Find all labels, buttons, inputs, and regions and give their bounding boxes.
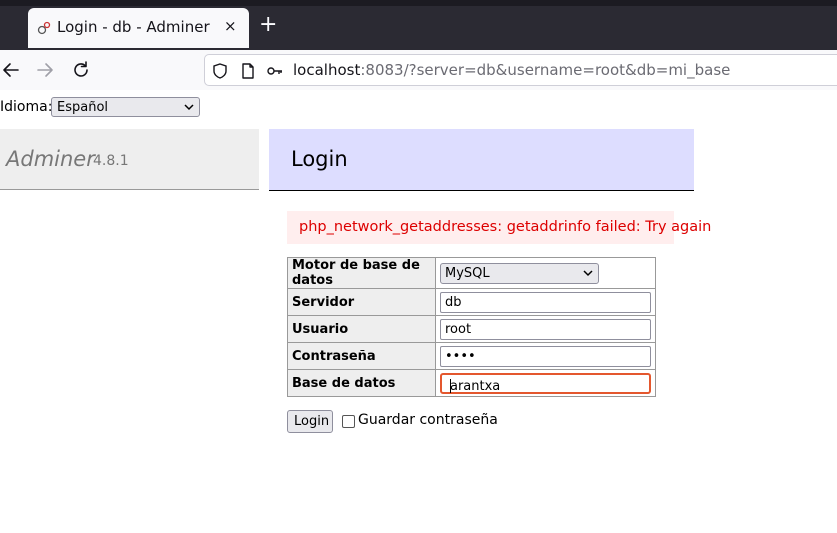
form-row-username: Usuario root <box>287 315 656 343</box>
tab-title: Login - db - Adminer <box>57 18 210 36</box>
driver-select[interactable]: MySQL <box>440 262 599 284</box>
form-row-database: Base de datos arantxa <box>287 369 656 397</box>
plus-icon[interactable]: + <box>259 14 277 36</box>
username-value: root <box>445 321 472 337</box>
password-label: Contraseña <box>287 342 436 370</box>
url-path: :8083/?server=db&username=root&db=mi_bas… <box>360 61 731 79</box>
close-icon[interactable]: × <box>224 17 237 35</box>
error-text: php_network_getaddresses: getaddrinfo fa… <box>299 219 712 235</box>
page-title: Login <box>291 147 348 171</box>
driver-cell: MySQL <box>435 257 656 289</box>
database-input[interactable]: arantxa <box>440 372 651 394</box>
language-select[interactable]: Español <box>51 97 200 117</box>
url-bar[interactable]: localhost:8083/?server=db&username=root&… <box>204 54 837 86</box>
password-value: •••• <box>445 348 476 364</box>
database-cell: arantxa <box>435 369 656 397</box>
login-button[interactable]: Login <box>287 410 333 433</box>
chevron-down-icon <box>184 104 194 111</box>
server-input[interactable]: db <box>440 291 651 313</box>
content-header: Login <box>269 129 694 191</box>
database-value: arantxa <box>450 378 501 394</box>
language-selected: Español <box>57 100 109 115</box>
server-cell: db <box>435 288 656 316</box>
forward-icon[interactable] <box>34 59 56 81</box>
key-icon[interactable] <box>266 62 284 80</box>
text-caret <box>450 378 451 393</box>
language-label: Idioma: <box>0 99 53 115</box>
driver-label: Motor de base de datos <box>287 257 436 289</box>
password-input[interactable]: •••• <box>440 345 651 367</box>
form-row-server: Servidor db <box>287 288 656 316</box>
remember-label[interactable]: Guardar contraseña <box>358 412 498 428</box>
url-text[interactable]: localhost:8083/?server=db&username=root&… <box>293 61 730 79</box>
server-label: Servidor <box>287 288 436 316</box>
driver-value: MySQL <box>445 265 490 281</box>
reload-icon[interactable] <box>70 59 92 81</box>
form-row-password: Contraseña •••• <box>287 342 656 370</box>
username-input[interactable]: root <box>440 318 651 340</box>
database-label: Base de datos <box>287 369 436 397</box>
sidebar-header: Adminer 4.8.1 <box>0 129 259 190</box>
url-host: localhost <box>293 61 361 79</box>
tab-strip: Login - db - Adminer × + <box>0 0 837 50</box>
form-row-driver: Motor de base de datos MySQL <box>287 257 656 289</box>
login-form: Motor de base de datos MySQL Servidor db… <box>287 257 656 397</box>
back-icon[interactable] <box>0 59 22 81</box>
page-icon[interactable] <box>239 62 257 80</box>
nav-bar: localhost:8083/?server=db&username=root&… <box>0 50 837 90</box>
favicon-icon <box>37 21 51 35</box>
brand-link[interactable]: Adminer <box>6 147 95 171</box>
version-label[interactable]: 4.8.1 <box>93 153 129 169</box>
remember-checkbox[interactable] <box>342 415 355 428</box>
shield-icon[interactable] <box>211 62 229 80</box>
login-button-label: Login <box>294 414 330 429</box>
browser-tab[interactable]: Login - db - Adminer × <box>28 8 249 48</box>
username-cell: root <box>435 315 656 343</box>
chevron-down-icon <box>583 269 593 276</box>
error-message: php_network_getaddresses: getaddrinfo fa… <box>287 211 711 244</box>
username-label: Usuario <box>287 315 436 343</box>
server-value: db <box>445 294 462 310</box>
tab-strip-top <box>0 0 837 6</box>
password-cell: •••• <box>435 342 656 370</box>
